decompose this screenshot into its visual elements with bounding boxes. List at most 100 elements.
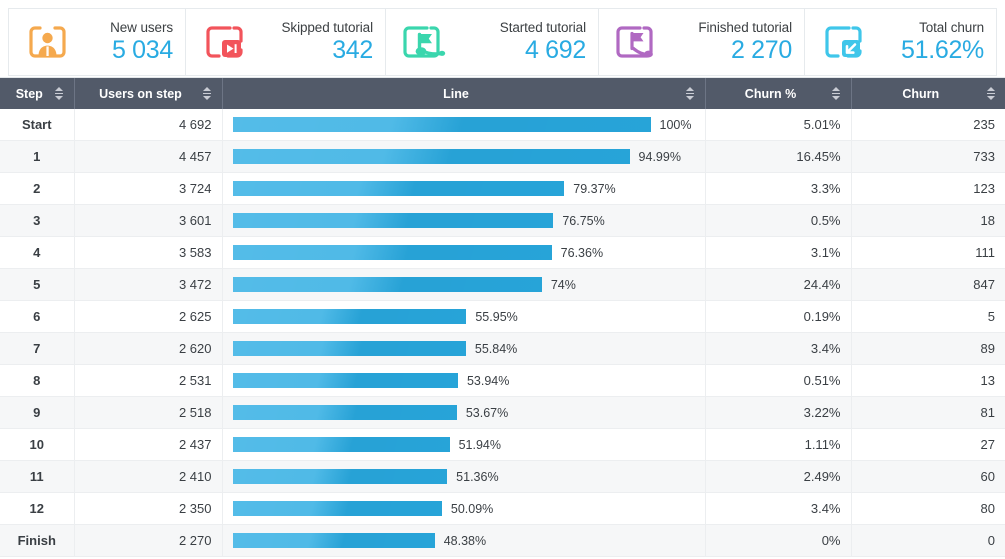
cell-step: Start xyxy=(0,109,75,141)
kpi-card-finished-tutorial[interactable]: Finished tutorial 2 270 xyxy=(598,8,804,76)
table-row[interactable]: 62 625 55.95% 0.19% 5 xyxy=(0,300,1005,333)
kpi-text: Started tutorial 4 692 xyxy=(448,20,587,64)
table-body: Start 4 692 100% 5.01% 235 1 4 457 94.99% 16.45%… xyxy=(0,109,1005,557)
cell-line: 79.37% xyxy=(222,172,706,205)
cell-churn: 81 xyxy=(851,396,1005,429)
cell-line: 55.84% xyxy=(222,332,706,365)
table-row[interactable]: 92 518 53.67% 3.22% 81 xyxy=(0,396,1005,429)
funnel-bar-label: 51.36% xyxy=(456,469,499,484)
table-row[interactable]: 82 531 53.94% 0.51% 13 xyxy=(0,364,1005,397)
funnel-bar xyxy=(232,405,457,420)
cell-line: 53.94% xyxy=(222,364,706,397)
column-header-line[interactable]: Line xyxy=(222,78,706,109)
funnel-bar-label: 55.95% xyxy=(475,309,518,324)
cell-step: 10 xyxy=(0,428,75,461)
table-row[interactable]: Finish 2 270 48.38% 0% 0 xyxy=(0,524,1005,557)
sort-toggle-icon[interactable] xyxy=(55,87,64,100)
funnel-bar xyxy=(232,501,442,516)
cell-churn-percent: 5.01% xyxy=(705,109,852,141)
column-header-inner: Churn xyxy=(862,87,996,101)
cell-users-on-step: 3 583 xyxy=(74,236,223,269)
cell-users-on-step: 2 410 xyxy=(74,460,223,493)
sort-toggle-icon[interactable] xyxy=(986,87,995,100)
table-row[interactable]: 23 724 79.37% 3.3% 123 xyxy=(0,172,1005,205)
cell-churn-percent: 3.22% xyxy=(705,396,852,429)
funnel-bar-wrapper: 51.36% xyxy=(232,461,695,492)
table-row[interactable]: 43 583 76.36% 3.1% 111 xyxy=(0,236,1005,269)
column-header-label: Churn xyxy=(902,86,940,101)
sort-toggle-icon[interactable] xyxy=(686,87,695,100)
funnel-bar-wrapper: 74% xyxy=(232,269,695,300)
cell-churn: 60 xyxy=(851,460,1005,493)
sort-toggle-icon[interactable] xyxy=(203,87,212,100)
cell-step: 3 xyxy=(0,204,75,237)
cell-users-on-step: 2 625 xyxy=(74,300,223,333)
cell-churn-percent: 24.4% xyxy=(705,268,852,301)
funnel-bar-wrapper: 53.94% xyxy=(232,365,695,396)
funnel-bar-label: 51.94% xyxy=(458,437,501,452)
column-header-step[interactable]: Step xyxy=(0,78,75,109)
cell-line: 74% xyxy=(222,268,706,301)
funnel-bar-label: 53.94% xyxy=(466,373,510,388)
funnel-bar-wrapper: 50.09% xyxy=(232,493,695,524)
funnel-bar-label: 55.84% xyxy=(474,341,518,356)
kpi-card-total-churn[interactable]: Total churn 51.62% xyxy=(804,8,997,76)
cell-users-on-step: 2 518 xyxy=(74,396,223,429)
kpi-value: 4 692 xyxy=(524,35,586,64)
cell-churn-percent: 0% xyxy=(705,524,852,557)
cell-churn-percent: 3.1% xyxy=(705,236,852,269)
kpi-value: 342 xyxy=(332,35,373,64)
funnel-bar-wrapper: 55.95% xyxy=(232,301,695,332)
table-row[interactable]: 72 620 55.84% 3.4% 89 xyxy=(0,332,1005,365)
kpi-text: Skipped tutorial 342 xyxy=(248,21,374,64)
funnel-bar-label: 94.99% xyxy=(638,149,681,164)
sort-toggle-icon[interactable] xyxy=(832,87,841,100)
cell-churn-percent: 0.19% xyxy=(705,300,852,333)
cell-churn-percent: 1.11% xyxy=(705,428,852,461)
kpi-card-skipped-tutorial[interactable]: Skipped tutorial 342 xyxy=(185,8,385,76)
kpi-strip: New users 5 034 Skipped tutorial 342 Started… xyxy=(0,0,1005,78)
table-row[interactable]: 11 2 410 51.36% 2.49% 60 xyxy=(0,460,1005,493)
cell-step: 7 xyxy=(0,332,75,365)
column-header-inner: Users on step xyxy=(85,87,212,101)
funnel-bar-wrapper: 48.38% xyxy=(232,525,695,556)
funnel-bar-label: 48.38% xyxy=(443,533,487,548)
cell-step: 2 xyxy=(0,172,75,205)
funnel-bar xyxy=(232,245,552,260)
funnel-bar-label: 100% xyxy=(659,117,692,132)
funnel-bar-wrapper: 76.36% xyxy=(232,237,695,268)
table-row[interactable]: Start 4 692 100% 5.01% 235 xyxy=(0,109,1005,141)
column-header-churnp[interactable]: Churn % xyxy=(705,78,852,109)
kpi-label: Started tutorial xyxy=(499,20,586,36)
skip-forward-icon xyxy=(200,19,248,65)
kpi-card-started-tutorial[interactable]: Started tutorial 4 692 xyxy=(385,8,598,76)
table-row[interactable]: 10 2 437 51.94% 1.11% 27 xyxy=(0,428,1005,461)
table-row[interactable]: 53 472 74% 24.4% 847 xyxy=(0,268,1005,301)
funnel-bar xyxy=(232,149,630,164)
funnel-bar-label: 53.67% xyxy=(465,405,509,420)
funnel-bar-label: 76.75% xyxy=(562,213,605,228)
funnel-bar-label: 74% xyxy=(550,277,576,292)
kpi-label: New users xyxy=(110,20,173,36)
table-row[interactable]: 14 457 94.99% 16.45% 733 xyxy=(0,140,1005,173)
funnel-bar xyxy=(232,213,554,228)
table-row[interactable]: 33 601 76.75% 0.5% 18 xyxy=(0,204,1005,237)
table-row[interactable]: 12 2 350 50.09% 3.4% 80 xyxy=(0,492,1005,525)
cell-step: 6 xyxy=(0,300,75,333)
cell-line: 51.94% xyxy=(222,428,706,461)
cell-line: 55.95% xyxy=(222,300,706,333)
cell-users-on-step: 2 270 xyxy=(74,524,223,557)
cell-churn-percent: 0.51% xyxy=(705,364,852,397)
kpi-card-new-users[interactable]: New users 5 034 xyxy=(8,8,185,76)
column-header-churn[interactable]: Churn xyxy=(851,78,1005,109)
cell-line: 48.38% xyxy=(222,524,706,557)
cell-churn: 111 xyxy=(851,236,1005,269)
cell-line: 50.09% xyxy=(222,492,706,525)
cell-churn: 733 xyxy=(851,140,1005,173)
cell-step: 5 xyxy=(0,268,75,301)
column-header-inner: Churn % xyxy=(716,87,841,101)
column-header-users[interactable]: Users on step xyxy=(74,78,223,109)
cell-churn-percent: 3.3% xyxy=(705,172,852,205)
funnel-bar-label: 79.37% xyxy=(573,181,616,196)
cell-users-on-step: 2 437 xyxy=(74,428,223,461)
